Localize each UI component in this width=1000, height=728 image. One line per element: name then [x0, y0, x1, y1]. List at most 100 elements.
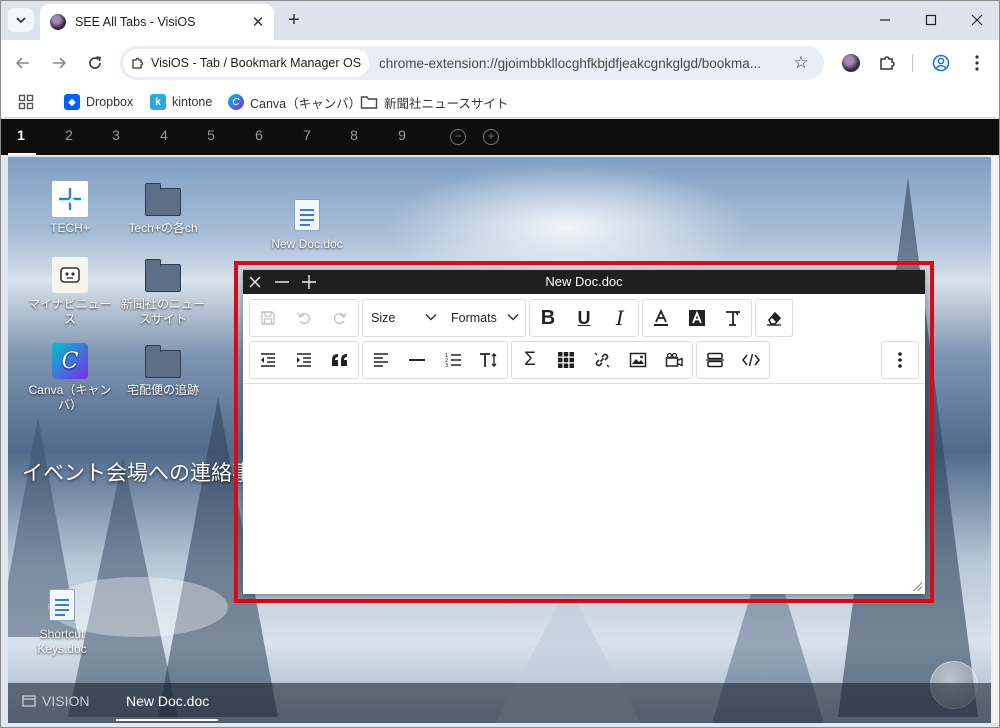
- site-chip-label: VisiOS - Tab / Bookmark Manager OS: [151, 56, 362, 70]
- font-family-icon[interactable]: [715, 300, 751, 336]
- profile-button[interactable]: [928, 50, 954, 76]
- maximize-window-button[interactable]: [908, 0, 954, 40]
- workspace-tab-1[interactable]: 1: [8, 127, 34, 143]
- reload-icon: [89, 56, 101, 69]
- code-view-icon[interactable]: [733, 342, 769, 378]
- dropbox-icon: ◆: [64, 94, 80, 110]
- text-color-icon[interactable]: [643, 300, 679, 336]
- vision-label: VISION: [42, 693, 90, 709]
- workspace-bar: 1 2 3 4 5 6 7 8 9 − +: [0, 119, 1000, 155]
- folder-icon: [360, 96, 378, 109]
- editor-content-area[interactable]: [244, 383, 924, 593]
- workspace-tab-7[interactable]: 7: [294, 127, 320, 143]
- desktop-icon-shortcut-keys[interactable]: Shortcut Keys.doc: [17, 587, 107, 657]
- profile-avatar-icon: [932, 54, 950, 72]
- visios-extension-button[interactable]: [838, 50, 864, 76]
- resize-handle-icon[interactable]: [912, 581, 922, 591]
- undo-icon[interactable]: [286, 300, 322, 336]
- bookmark-label: Canva（キャンバ）: [250, 96, 362, 111]
- text-style-group: Size Formats: [362, 299, 526, 337]
- desktop-icon-label: 新聞社のニュースサイト: [120, 297, 205, 326]
- workspace-tab-6[interactable]: 6: [246, 127, 272, 143]
- folder-icon: [145, 181, 181, 217]
- desktop-icon-tech-plus[interactable]: TECH+: [25, 181, 115, 236]
- bold-icon[interactable]: B: [530, 300, 566, 336]
- workspace-tab-4[interactable]: 4: [151, 127, 177, 143]
- remove-workspace-icon[interactable]: −: [450, 129, 466, 145]
- bookmark-canva[interactable]: C Canva（キャンバ）: [228, 92, 361, 112]
- add-workspace-icon[interactable]: +: [483, 129, 499, 145]
- browser-menu-button[interactable]: [964, 50, 990, 76]
- chevron-down-icon: [425, 312, 437, 324]
- minimize-icon: [880, 19, 890, 21]
- eraser-icon[interactable]: [756, 300, 792, 336]
- address-bar[interactable]: VisiOS - Tab / Bookmark Manager OS chrom…: [120, 46, 824, 80]
- outdent-icon[interactable]: [250, 342, 286, 378]
- underline-icon[interactable]: U: [566, 300, 602, 336]
- new-tab-button[interactable]: +: [283, 9, 305, 31]
- bookmark-folder-news[interactable]: 新聞社ニュースサイト: [360, 92, 508, 112]
- desktop-icon-new-doc[interactable]: New Doc.doc: [262, 197, 352, 252]
- browser-tab[interactable]: SEE All Tabs - VisiOS ✕: [40, 4, 274, 40]
- view-group: [696, 341, 770, 379]
- font-size-select[interactable]: Size: [363, 300, 443, 336]
- desktop-icon-label: Canva（キャンバ）: [28, 383, 112, 412]
- close-tab-icon[interactable]: ✕: [248, 12, 268, 32]
- desktop-icon-news-sites[interactable]: 新聞社のニュースサイト: [118, 257, 208, 327]
- extensions-button[interactable]: [874, 50, 900, 76]
- blockquote-icon[interactable]: [322, 342, 358, 378]
- save-icon[interactable]: [250, 300, 286, 336]
- arrow-right-icon: [53, 57, 67, 69]
- more-vertical-icon[interactable]: [882, 342, 918, 378]
- redo-icon[interactable]: [322, 300, 358, 336]
- arrow-left-icon: [15, 57, 29, 69]
- forward-button[interactable]: [46, 50, 72, 76]
- align-left-icon[interactable]: [363, 342, 399, 378]
- folder-icon: [145, 343, 181, 379]
- font-style-group: B U I: [529, 299, 639, 337]
- bookmark-star-icon[interactable]: ☆: [786, 53, 816, 73]
- taskbar-item-new-doc[interactable]: New Doc.doc: [126, 693, 209, 709]
- formats-select[interactable]: Formats: [443, 300, 525, 336]
- back-button[interactable]: [10, 50, 36, 76]
- minimize-window-button[interactable]: [862, 0, 908, 40]
- tab-search-button[interactable]: [8, 8, 34, 32]
- reload-button[interactable]: [82, 50, 108, 76]
- desktop-icon-label: New Doc.doc: [271, 237, 343, 251]
- block-group: [249, 341, 359, 379]
- apps-button[interactable]: [18, 92, 34, 112]
- bookmark-label: 新聞社ニュースサイト: [384, 96, 509, 111]
- workspace-tab-5[interactable]: 5: [198, 127, 224, 143]
- indent-icon[interactable]: [286, 342, 322, 378]
- link-icon[interactable]: [584, 342, 620, 378]
- desktop-icon-canva[interactable]: C Canva（キャンバ）: [25, 343, 115, 413]
- workspace-tab-9[interactable]: 9: [389, 127, 415, 143]
- url-text[interactable]: chrome-extension://gjoimbbkllocghfkbjdfj…: [379, 56, 786, 71]
- math-sigma-icon[interactable]: Σ: [512, 342, 548, 378]
- site-info-chip[interactable]: VisiOS - Tab / Bookmark Manager OS: [123, 49, 370, 77]
- page-scrollbar[interactable]: [991, 157, 1000, 723]
- vision-button[interactable]: VISION: [22, 693, 89, 709]
- show-blocks-icon[interactable]: [697, 342, 733, 378]
- ordered-list-icon[interactable]: 123: [435, 342, 471, 378]
- workspace-tab-2[interactable]: 2: [56, 127, 82, 143]
- bookmark-dropbox[interactable]: ◆ Dropbox: [64, 92, 133, 112]
- editor-toolbar-row-1: Size Formats B U I: [249, 299, 796, 337]
- image-icon[interactable]: [620, 342, 656, 378]
- desktop-icon-mynavi-news[interactable]: マイナビニュース: [25, 257, 115, 327]
- table-icon[interactable]: [548, 342, 584, 378]
- video-icon[interactable]: [656, 342, 692, 378]
- horizontal-rule-icon[interactable]: [399, 342, 435, 378]
- svg-text:3: 3: [445, 363, 448, 368]
- bookmark-kintone[interactable]: k kintone: [150, 92, 212, 112]
- background-color-icon[interactable]: [679, 300, 715, 336]
- extensions-puzzle-icon: [880, 56, 895, 70]
- workspace-tab-3[interactable]: 3: [103, 127, 129, 143]
- desktop-icon-parcel-tracking[interactable]: 宅配便の追跡: [118, 343, 208, 398]
- close-window-button[interactable]: [954, 0, 1000, 40]
- italic-icon[interactable]: I: [602, 300, 638, 336]
- workspace-tab-8[interactable]: 8: [341, 127, 367, 143]
- editor-titlebar[interactable]: New Doc.doc: [243, 270, 925, 294]
- desktop-icon-tech-plus-ch[interactable]: Tech+の各ch: [118, 181, 208, 236]
- line-height-icon[interactable]: [471, 342, 507, 378]
